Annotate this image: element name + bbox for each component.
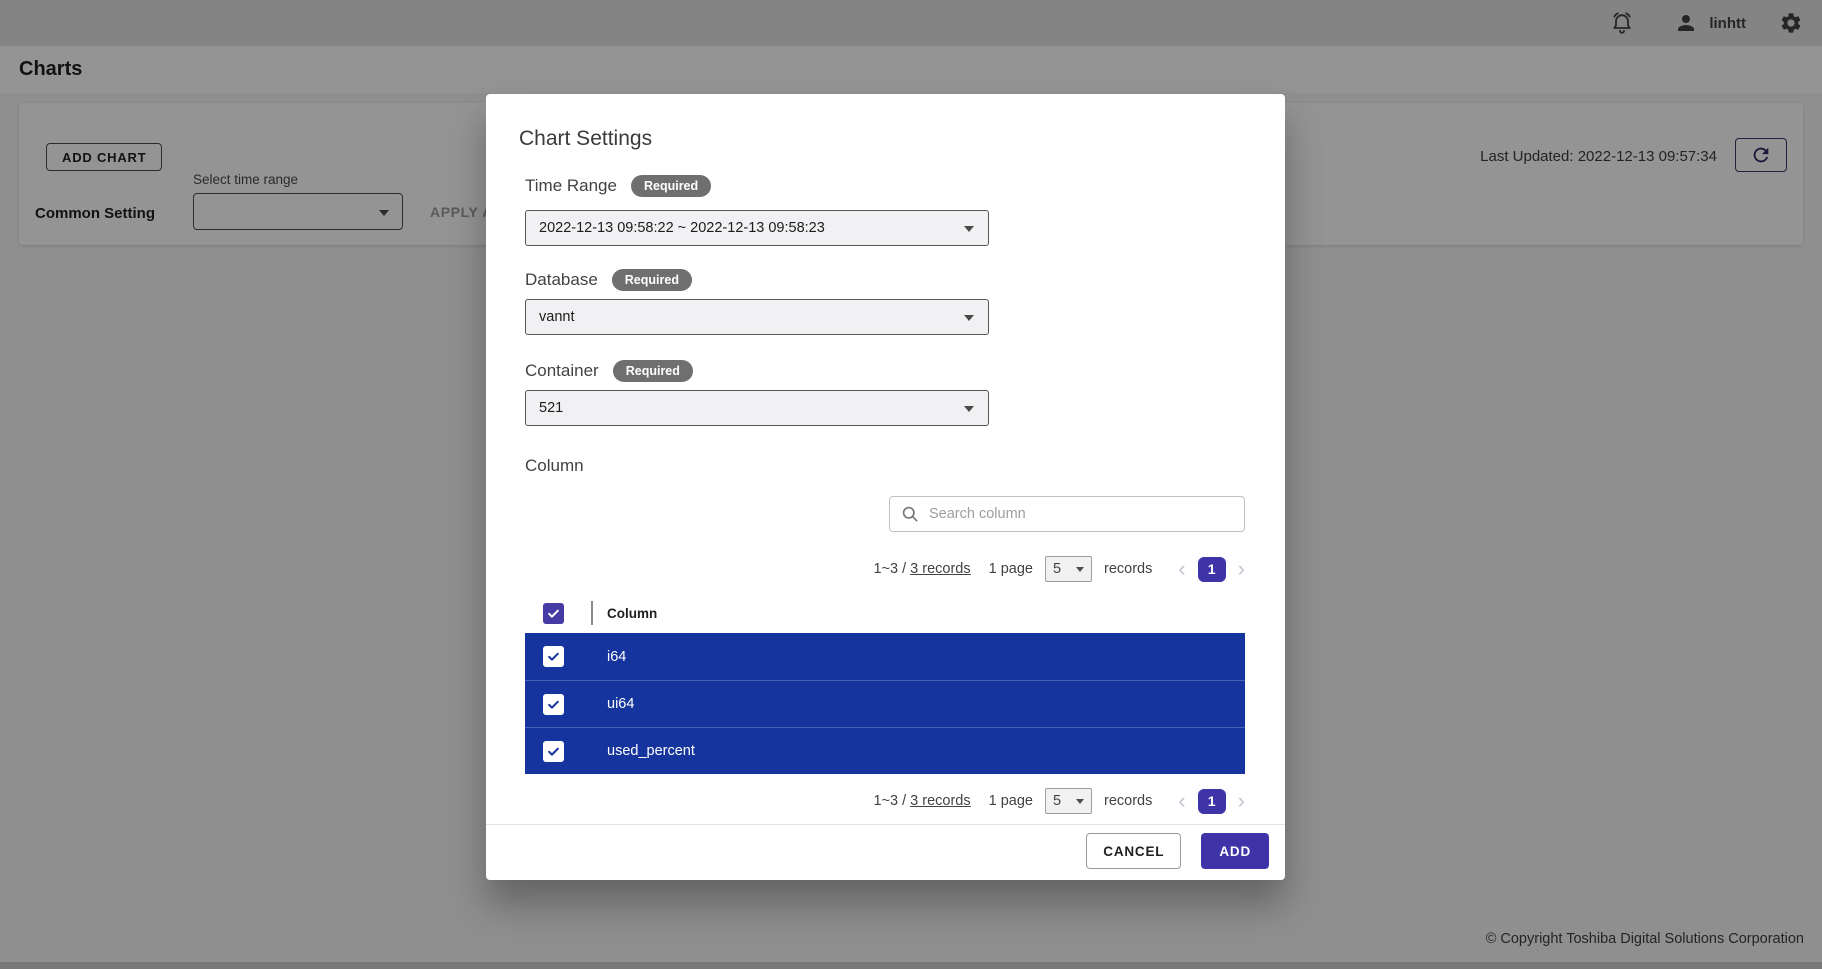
- column-rows: i64 ui64 used_percent: [525, 633, 1245, 774]
- database-value: vannt: [539, 309, 574, 325]
- database-label: Database: [525, 270, 598, 290]
- row-checkbox[interactable]: [543, 741, 564, 762]
- column-resize-handle[interactable]: [591, 601, 593, 625]
- column-header-label: Column: [607, 606, 657, 621]
- container-label: Container: [525, 361, 599, 381]
- chevron-down-icon: [1076, 799, 1084, 804]
- pagination-bottom: 1~3 / 3 records 1 page 5 records ‹ 1 ›: [525, 783, 1245, 819]
- records-link[interactable]: 3 records: [910, 793, 970, 809]
- next-page-icon[interactable]: ›: [1238, 558, 1245, 580]
- chart-settings-dialog: Chart Settings Time Range Required 2022-…: [486, 94, 1285, 880]
- chevron-down-icon: [964, 315, 974, 321]
- column-table: Column i64 ui64 used_percent: [525, 593, 1245, 774]
- cancel-button[interactable]: CANCEL: [1086, 833, 1181, 869]
- chevron-down-icon: [1076, 567, 1084, 572]
- records-word: records: [1104, 793, 1152, 809]
- column-section-label: Column: [525, 456, 584, 476]
- chevron-down-icon: [964, 226, 974, 232]
- dialog-title: Chart Settings: [519, 127, 652, 151]
- add-button[interactable]: ADD: [1201, 833, 1269, 869]
- table-row[interactable]: i64: [525, 633, 1245, 680]
- record-range: 1~3 /: [874, 561, 907, 577]
- page-size-value: 5: [1053, 793, 1061, 809]
- page-size-select[interactable]: 5: [1045, 788, 1092, 814]
- container-label-row: Container Required: [525, 360, 693, 382]
- prev-page-icon[interactable]: ‹: [1178, 558, 1185, 580]
- row-label: i64: [607, 649, 626, 665]
- records-link[interactable]: 3 records: [910, 561, 970, 577]
- row-checkbox[interactable]: [543, 646, 564, 667]
- select-all-checkbox[interactable]: [543, 603, 564, 624]
- actions-divider: [486, 824, 1285, 825]
- page-size-value: 5: [1053, 561, 1061, 577]
- time-range-label-row: Time Range Required: [525, 175, 711, 197]
- required-badge: Required: [612, 269, 692, 291]
- required-badge: Required: [631, 175, 711, 197]
- row-label: used_percent: [607, 743, 695, 759]
- current-page-button[interactable]: 1: [1198, 789, 1226, 814]
- table-row[interactable]: used_percent: [525, 727, 1245, 774]
- next-page-icon[interactable]: ›: [1238, 790, 1245, 812]
- record-range: 1~3 /: [874, 793, 907, 809]
- column-search-box: [889, 496, 1245, 532]
- database-label-row: Database Required: [525, 269, 692, 291]
- required-badge: Required: [613, 360, 693, 382]
- dialog-actions: CANCEL ADD: [1086, 833, 1269, 869]
- row-label: ui64: [607, 696, 634, 712]
- page-count: 1 page: [989, 561, 1033, 577]
- time-range-select[interactable]: 2022-12-13 09:58:22 ~ 2022-12-13 09:58:2…: [525, 210, 989, 246]
- column-table-header: Column: [525, 593, 1245, 633]
- page-size-select[interactable]: 5: [1045, 556, 1092, 582]
- time-range-value: 2022-12-13 09:58:22 ~ 2022-12-13 09:58:2…: [539, 220, 825, 236]
- pagination-top: 1~3 / 3 records 1 page 5 records ‹ 1 ›: [525, 551, 1245, 587]
- container-value: 521: [539, 400, 563, 416]
- time-range-label: Time Range: [525, 176, 617, 196]
- chevron-down-icon: [964, 406, 974, 412]
- current-page-button[interactable]: 1: [1198, 557, 1226, 582]
- search-input[interactable]: [929, 506, 1234, 522]
- prev-page-icon[interactable]: ‹: [1178, 790, 1185, 812]
- records-word: records: [1104, 561, 1152, 577]
- search-icon: [900, 504, 920, 524]
- page-count: 1 page: [989, 793, 1033, 809]
- container-select[interactable]: 521: [525, 390, 989, 426]
- database-select[interactable]: vannt: [525, 299, 989, 335]
- table-row[interactable]: ui64: [525, 680, 1245, 727]
- row-checkbox[interactable]: [543, 694, 564, 715]
